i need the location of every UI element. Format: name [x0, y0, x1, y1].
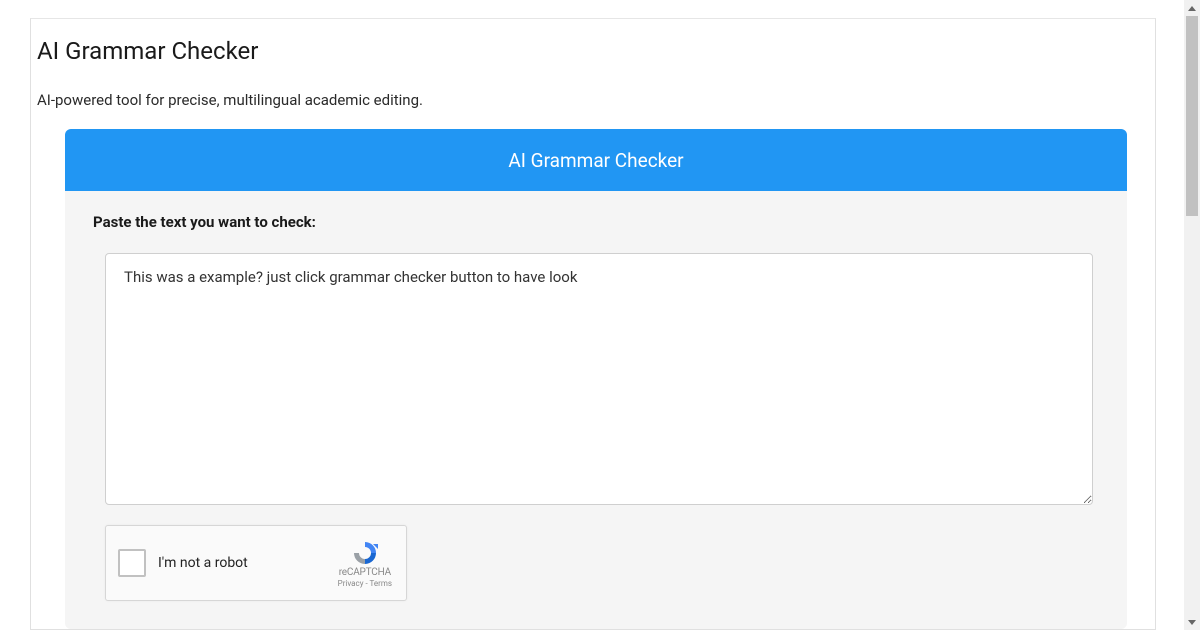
recaptcha-widget: I'm not a robot reCAPTCHA Privacy - Term…	[105, 525, 407, 601]
scrollbar-up-button[interactable]	[1184, 0, 1200, 16]
page-subtitle: AI-powered tool for precise, multilingua…	[31, 65, 1155, 109]
text-input[interactable]	[105, 253, 1093, 505]
page-title: AI Grammar Checker	[31, 19, 1155, 65]
card-header-title: AI Grammar Checker	[508, 149, 683, 172]
card-header: AI Grammar Checker	[65, 129, 1127, 191]
recaptcha-links[interactable]: Privacy - Terms	[338, 579, 392, 588]
main-panel: AI Grammar Checker AI-powered tool for p…	[30, 18, 1156, 630]
recaptcha-label: I'm not a robot	[158, 555, 338, 571]
recaptcha-brand-text: reCAPTCHA	[339, 567, 391, 578]
scrollbar-down-button[interactable]	[1184, 614, 1200, 630]
page-wrapper: AI Grammar Checker AI-powered tool for p…	[0, 0, 1200, 630]
scrollbar-thumb[interactable]	[1186, 16, 1198, 216]
grammar-card: AI Grammar Checker Paste the text you wa…	[65, 129, 1127, 629]
card-body: Paste the text you want to check: I'm no…	[65, 191, 1127, 629]
arrow-up-icon	[1188, 6, 1196, 11]
textarea-label: Paste the text you want to check:	[93, 213, 1099, 231]
recaptcha-brand: reCAPTCHA Privacy - Terms	[338, 539, 392, 588]
arrow-down-icon	[1188, 620, 1196, 625]
recaptcha-checkbox[interactable]	[118, 549, 146, 577]
vertical-scrollbar[interactable]	[1184, 0, 1200, 630]
recaptcha-logo-icon	[349, 539, 381, 567]
